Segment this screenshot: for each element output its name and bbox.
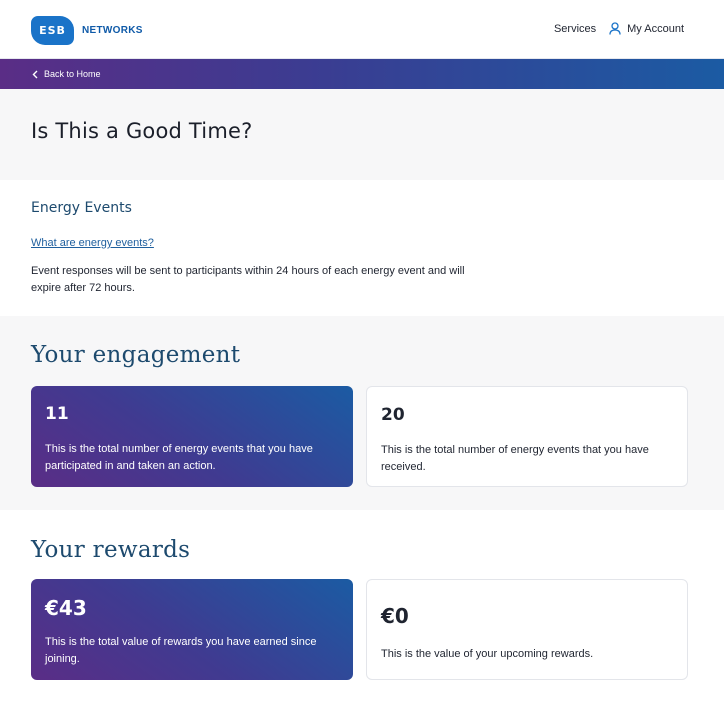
energy-events-section: Energy Events What are energy events? Ev… bbox=[0, 180, 724, 316]
rewards-card-upcoming: €0 This is the value of your upcoming re… bbox=[366, 579, 688, 680]
what-are-energy-events-link[interactable]: What are energy events? bbox=[31, 237, 154, 249]
engagement-section: Your engagement 11 This is the total num… bbox=[0, 316, 724, 510]
back-band: Back to Home bbox=[0, 59, 724, 89]
esb-logo-mark: ESB bbox=[31, 16, 74, 45]
rewards-upcoming-value: €0 bbox=[381, 604, 409, 628]
back-to-home-link[interactable]: Back to Home bbox=[32, 69, 101, 79]
received-count: 20 bbox=[381, 405, 405, 425]
user-icon bbox=[609, 22, 621, 35]
my-account-label: My Account bbox=[627, 22, 684, 35]
logo-text: NETWORKS bbox=[82, 25, 143, 36]
rewards-section: Your rewards €43 This is the total value… bbox=[0, 510, 724, 713]
chevron-left-icon bbox=[32, 70, 38, 78]
engagement-card-participated: 11 This is the total number of energy ev… bbox=[31, 386, 353, 487]
top-header: ESB NETWORKS Services My Account bbox=[0, 0, 724, 59]
top-nav: Services My Account bbox=[554, 22, 684, 35]
engagement-card-received: 20 This is the total number of energy ev… bbox=[366, 386, 688, 487]
rewards-heading: Your rewards bbox=[31, 537, 191, 563]
engagement-heading: Your engagement bbox=[31, 342, 241, 368]
hero: Is This a Good Time? bbox=[0, 89, 724, 180]
nav-services[interactable]: Services bbox=[554, 23, 596, 35]
energy-events-heading: Energy Events bbox=[31, 200, 132, 216]
back-to-home-label: Back to Home bbox=[44, 69, 101, 79]
participated-description: This is the total number of energy event… bbox=[45, 443, 313, 472]
received-description: This is the total number of energy event… bbox=[381, 444, 649, 473]
rewards-card-earned: €43 This is the total value of rewards y… bbox=[31, 579, 353, 680]
energy-events-info: Event responses will be sent to particip… bbox=[31, 265, 465, 294]
page-title: Is This a Good Time? bbox=[31, 119, 253, 143]
rewards-upcoming-description: This is the value of your upcoming rewar… bbox=[381, 648, 594, 660]
rewards-earned-description: This is the total value of rewards you h… bbox=[45, 636, 317, 665]
esb-networks-logo[interactable]: ESB NETWORKS bbox=[31, 16, 143, 45]
participated-count: 11 bbox=[45, 404, 69, 424]
nav-my-account[interactable]: My Account bbox=[609, 22, 684, 35]
logo-mark-text: ESB bbox=[39, 24, 66, 37]
rewards-earned-value: €43 bbox=[45, 596, 87, 620]
